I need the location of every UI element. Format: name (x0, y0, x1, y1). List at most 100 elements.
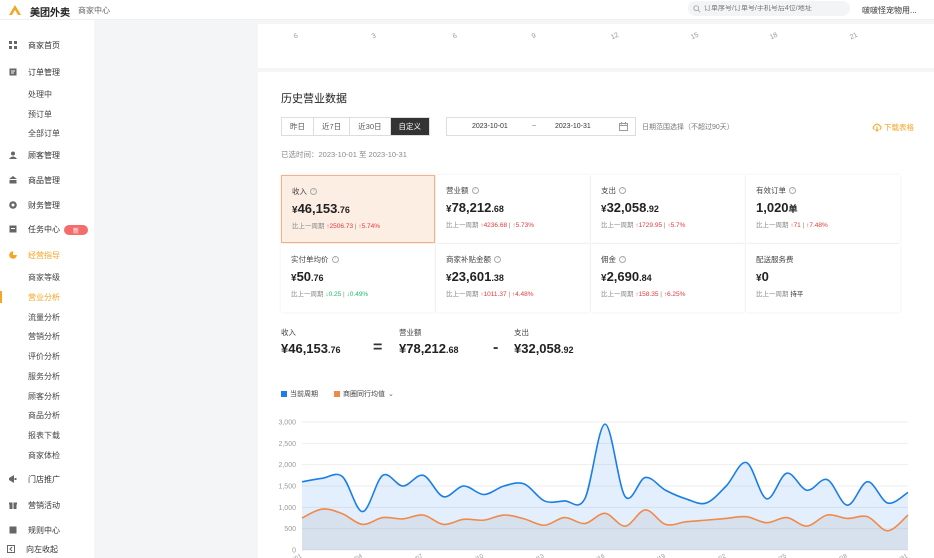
sidebar-item-goods[interactable]: 商品管理 (0, 171, 94, 189)
sidebar-sub-merchant-level[interactable]: 商家等级 (28, 272, 60, 283)
sidebar: 商家首页 订单管理 处理中 预订单 全部订单 顾客管理 商品管理 财务管理 任务… (0, 20, 94, 558)
legend-current-period[interactable]: 当前周期 (281, 389, 318, 399)
help-icon[interactable]: ? (471, 187, 479, 194)
order-search-box[interactable] (688, 1, 850, 16)
guide-icon (9, 251, 17, 259)
user-icon (9, 151, 17, 159)
finance-icon (9, 201, 17, 209)
sidebar-sub-business-analysis[interactable]: 营业分析 (28, 292, 60, 303)
sidebar-sub-customer-analysis[interactable]: 顾客分析 (28, 391, 60, 402)
shop-name[interactable]: 啵啵怪宠物用... (862, 5, 917, 16)
tab-yesterday[interactable]: 昨日 (282, 118, 314, 135)
chevron-down-icon[interactable]: ⌄ (388, 390, 394, 398)
y-tick-label: 500 (284, 526, 296, 533)
download-table-button[interactable]: 下载表格 (872, 122, 914, 133)
legend-peer-average[interactable]: 商圈同行均值 ⌄ (334, 389, 394, 399)
secondary-panel (94, 20, 256, 558)
tab-last-30-days[interactable]: 近30日 (350, 118, 391, 135)
sidebar-item-campaigns[interactable]: 营销活动 (0, 496, 94, 514)
period-tabs: 昨日 近7日 近30日 自定义 (281, 117, 431, 136)
x-tick-label: 10/07 (408, 553, 425, 558)
formula-turnover: 营业额 ¥78,212.68 (399, 328, 459, 356)
sidebar-sub-processing[interactable]: 处理中 (28, 89, 52, 100)
y-tick-label: 1,000 (278, 505, 296, 512)
sidebar-item-finance[interactable]: 财务管理 (0, 196, 94, 214)
help-icon[interactable]: ? (494, 256, 501, 263)
y-tick-label: 2,000 (278, 462, 296, 469)
sidebar-sub-service[interactable]: 服务分析 (28, 371, 60, 382)
x-tick-label: 10/16 (590, 553, 607, 558)
sidebar-sub-marketing[interactable]: 营销分析 (28, 331, 60, 342)
promo-icon (9, 475, 17, 483)
formula-expense: 支出 ¥32,058.92 (514, 328, 574, 356)
sidebar-item-orders[interactable]: 订单管理 (0, 63, 94, 81)
order-icon (9, 68, 17, 76)
axis-tick: 15 (689, 31, 700, 42)
order-search-input[interactable] (704, 5, 844, 12)
section-title: 历史营业数据 (281, 93, 347, 105)
sidebar-item-promotion[interactable]: 门店推广 (0, 470, 94, 488)
calendar-icon[interactable] (619, 122, 628, 131)
axis-tick: 6 (451, 32, 459, 41)
hourly-chart-axis: 6 3 6 9 12 15 18 21 (258, 24, 934, 68)
top-bar: 美团外卖 商家中心 啵啵怪宠物用... (0, 0, 934, 20)
help-icon[interactable]: ? (331, 256, 339, 263)
kpi-valid-orders[interactable]: 有效订单? 1,020单 比上一周期 ↑71 | ↑7.48% (746, 175, 900, 243)
equals-sign: = (373, 339, 383, 356)
brand-name: 美团外卖 (30, 8, 70, 19)
kpi-income[interactable]: 收入? ¥46,153.76 比上一周期 ↑2506.73 | ↑5.74% (281, 175, 435, 243)
sidebar-sub-all-orders[interactable]: 全部订单 (28, 128, 60, 139)
sidebar-item-home[interactable]: 商家首页 (0, 36, 94, 54)
kpi-commission[interactable]: 佣金? ¥2,690.84 比上一周期 ↑158.35 | ↑6.25% (591, 244, 745, 312)
history-area-chart: 3,0002,5002,0001,5001,000500010/0110/041… (278, 420, 909, 558)
tab-last-7-days[interactable]: 近7日 (314, 118, 351, 135)
date-separator: ~ (532, 123, 537, 130)
sidebar-sub-reviews[interactable]: 评价分析 (28, 351, 60, 362)
gift-icon (9, 502, 17, 509)
sidebar-sub-preorder[interactable]: 预订单 (28, 109, 52, 120)
kpi-merchant-subsidy[interactable]: 商家补贴金额? ¥23,601.38 比上一周期 ↑1011.37 | ↑4.4… (436, 244, 590, 312)
kpi-avg-order-price[interactable]: 实付单均价? ¥50.76 比上一周期 ↓0.25 | ↓0.49% (281, 244, 435, 312)
sidebar-item-customers[interactable]: 顾客管理 (0, 146, 94, 164)
sidebar-item-rules[interactable]: 规则中心 (0, 521, 94, 539)
goods-icon (9, 176, 17, 184)
x-tick-label: 10/19 (651, 553, 668, 558)
active-indicator (0, 291, 2, 303)
x-tick-label: 10/04 (348, 553, 365, 558)
task-icon (9, 225, 17, 233)
kpi-delivery-fee[interactable]: 配送服务费 ¥0 比上一周期 持平 (746, 244, 900, 312)
kpi-expense[interactable]: 支出? ¥32,058.92 比上一周期 ↑1729.95 | ↑5.7% (591, 175, 745, 243)
collapse-icon (7, 545, 15, 553)
axis-tick: 9 (530, 32, 538, 41)
date-end[interactable]: 2023-10-31 (555, 123, 591, 130)
sidebar-sub-health-check[interactable]: 商家体检 (28, 450, 60, 461)
date-start[interactable]: 2023-10-01 (472, 123, 508, 130)
help-icon[interactable]: ? (310, 188, 317, 195)
meituan-logo-icon[interactable] (8, 3, 22, 17)
sidebar-sub-traffic[interactable]: 流量分析 (28, 312, 60, 323)
help-icon[interactable]: ? (619, 256, 626, 263)
x-tick-label: 10/22 (711, 553, 728, 558)
sidebar-sub-goods-analysis[interactable]: 商品分析 (28, 410, 60, 421)
sidebar-sub-report-download[interactable]: 报表下载 (28, 430, 60, 441)
sidebar-collapse[interactable]: 向左收起 (0, 540, 94, 558)
tab-custom[interactable]: 自定义 (390, 118, 430, 135)
formula-income: 收入 ¥46,153.76 (281, 328, 341, 356)
minus-sign: - (493, 339, 499, 356)
axis-tick: 18 (768, 31, 779, 42)
help-icon[interactable]: ? (619, 187, 626, 194)
task-new-badge: 新 (64, 225, 88, 235)
x-tick-label: 10/25 (772, 553, 789, 558)
x-tick-label: 10/13 (529, 553, 546, 558)
grid-icon (9, 41, 17, 49)
axis-tick: 12 (609, 31, 620, 42)
history-business-panel: 历史营业数据 昨日 近7日 近30日 自定义 2023-10-01 ~ 2023… (258, 72, 934, 558)
date-range-picker[interactable]: 2023-10-01 ~ 2023-10-31 (446, 117, 636, 136)
chart-legend: 当前周期 商圈同行均值 ⌄ (281, 389, 410, 399)
sidebar-item-guide[interactable]: 经营指导 (0, 246, 94, 264)
x-tick-label: 10/10 (469, 553, 486, 558)
kpi-turnover[interactable]: 营业额? ¥78,212.68 比上一周期 ↑4236.68 | ↑5.73% (436, 175, 590, 243)
help-icon[interactable]: ? (789, 187, 796, 194)
cloud-download-icon (872, 123, 882, 132)
brand-sub: 商家中心 (78, 6, 110, 15)
